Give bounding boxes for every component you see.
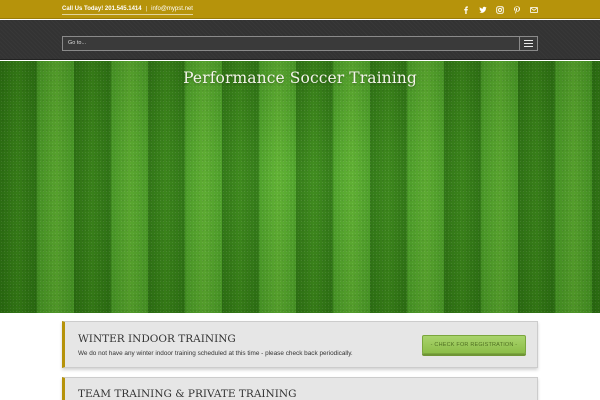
winter-training-description: We do not have any winter indoor trainin… (78, 350, 353, 357)
team-training-heading: TEAM TRAINING & PRIVATE TRAINING (78, 388, 297, 400)
navigation-bar: Go to... (0, 20, 600, 60)
twitter-icon[interactable] (479, 6, 487, 14)
mobile-nav-select[interactable]: Go to... (62, 36, 538, 51)
winter-training-box: WINTER INDOOR TRAINING We do not have an… (62, 321, 538, 368)
top-bar: Call Us Today! 201.545.1414 | info@mypst… (0, 0, 600, 19)
hero-vignette (0, 61, 600, 313)
hero-banner: Performance Soccer Training (0, 61, 600, 313)
phone-number[interactable]: Call Us Today! 201.545.1414 (62, 6, 142, 12)
email-link[interactable]: info@mypst.net (151, 6, 193, 12)
pinterest-icon[interactable] (513, 5, 521, 14)
mail-icon[interactable] (530, 6, 538, 14)
nav-select-placeholder: Go to... (68, 40, 87, 46)
hamburger-menu-icon[interactable] (519, 37, 537, 50)
check-registration-button[interactable]: - CHECK FOR REGISTRATION - (422, 335, 526, 354)
contact-separator: | (145, 5, 148, 12)
team-training-box: TEAM TRAINING & PRIVATE TRAINING (62, 377, 538, 400)
social-links (462, 3, 538, 16)
hero-title: Performance Soccer Training (183, 69, 417, 87)
winter-training-heading: WINTER INDOOR TRAINING (78, 333, 236, 345)
contact-info: Call Us Today! 201.545.1414 | info@mypst… (62, 4, 193, 15)
instagram-icon[interactable] (496, 5, 504, 14)
facebook-icon[interactable] (462, 5, 470, 14)
